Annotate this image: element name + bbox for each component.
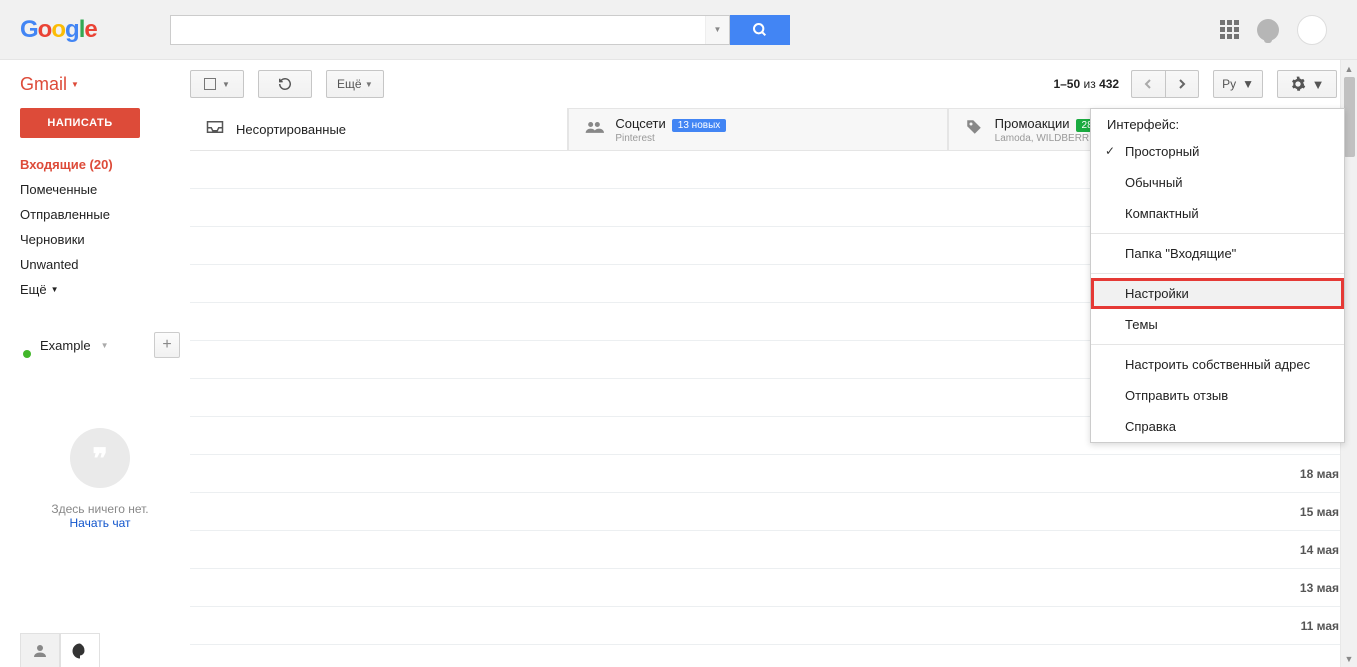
hangouts-start-chat[interactable]: Начать чат — [20, 516, 180, 530]
gear-icon — [1290, 76, 1306, 92]
input-language-button[interactable]: Ру▼ — [1213, 70, 1263, 98]
header-right — [1220, 15, 1337, 45]
more-button[interactable]: Ещё ▼ — [326, 70, 384, 98]
toolbar-right: 1–50 из 432 Ру▼ ▼ — [1053, 70, 1357, 98]
inbox-icon — [204, 120, 226, 139]
person-icon — [31, 642, 49, 660]
checkbox-icon — [204, 78, 216, 90]
nav-more[interactable]: Ещё ▼ — [20, 277, 180, 302]
hangouts-empty: ❞ Здесь ничего нет. Начать чат — [20, 428, 180, 530]
toolbar: Gmail▼ ▼ Ещё ▼ 1–50 из 432 Ру▼ ▼ — [0, 60, 1357, 108]
scroll-up-icon[interactable]: ▲ — [1341, 60, 1357, 77]
tab-social[interactable]: Соцсети13 новых Pinterest — [568, 108, 947, 150]
hangouts-header: Example ▼ + — [20, 332, 180, 358]
chevron-right-icon — [1177, 79, 1187, 89]
scroll-down-icon[interactable]: ▼ — [1341, 650, 1357, 667]
people-icon — [583, 120, 605, 139]
search-wrap: ▼ — [170, 15, 790, 45]
hangouts-user[interactable]: Example ▼ — [20, 338, 146, 353]
gmail-label[interactable]: Gmail▼ — [20, 74, 190, 95]
tab-primary[interactable]: Несортированные — [190, 108, 568, 150]
nav-sent[interactable]: Отправленные — [20, 202, 180, 227]
notifications-icon[interactable] — [1257, 19, 1279, 41]
search-icon — [752, 22, 768, 38]
configure-inbox[interactable]: Папка "Входящие" — [1091, 238, 1344, 269]
density-cozy[interactable]: Обычный — [1091, 167, 1344, 198]
apps-icon[interactable] — [1220, 20, 1239, 39]
pager-next-button[interactable] — [1165, 70, 1199, 98]
presence-dot — [23, 350, 31, 358]
email-row[interactable]: 15 мая — [190, 493, 1357, 531]
settings-dropdown: Интерфейс: Просторный Обычный Компактный… — [1090, 108, 1345, 443]
search-options-dropdown[interactable]: ▼ — [705, 16, 729, 44]
hangouts-tab[interactable] — [60, 633, 100, 667]
nav-inbox[interactable]: Входящие (20) — [20, 152, 180, 177]
select-all-button[interactable]: ▼ — [190, 70, 244, 98]
tag-icon — [963, 118, 985, 141]
search-button[interactable] — [730, 15, 790, 45]
themes-menu-item[interactable]: Темы — [1091, 309, 1344, 340]
dropdown-header: Интерфейс: — [1091, 109, 1344, 136]
settings-gear-button[interactable]: ▼ — [1277, 70, 1337, 98]
google-logo[interactable]: Google — [20, 16, 170, 44]
email-row[interactable]: 14 мая — [190, 531, 1357, 569]
chevron-left-icon — [1144, 79, 1154, 89]
send-feedback-menu-item[interactable]: Отправить отзыв — [1091, 380, 1344, 411]
density-comfortable[interactable]: Просторный — [1091, 136, 1344, 167]
custom-address-menu-item[interactable]: Настроить собственный адрес — [1091, 349, 1344, 380]
search-box: ▼ — [170, 15, 730, 45]
email-row[interactable]: 11 мая — [190, 607, 1357, 645]
hangouts-chat-icon — [71, 642, 89, 660]
nav-starred[interactable]: Помеченные — [20, 177, 180, 202]
hangouts-icon: ❞ — [70, 428, 130, 488]
pager-text: 1–50 из 432 — [1053, 77, 1119, 91]
help-menu-item[interactable]: Справка — [1091, 411, 1344, 442]
search-input[interactable] — [171, 16, 705, 44]
bottom-tabs — [20, 633, 100, 667]
pager-prev-button[interactable] — [1131, 70, 1165, 98]
refresh-icon — [278, 77, 292, 91]
nav-unwanted[interactable]: Unwanted — [20, 252, 180, 277]
content: Несортированные Соцсети13 новых Pinteres… — [190, 108, 1357, 667]
email-row[interactable]: 13 мая — [190, 569, 1357, 607]
contacts-tab[interactable] — [20, 633, 60, 667]
refresh-button[interactable] — [258, 70, 312, 98]
density-compact[interactable]: Компактный — [1091, 198, 1344, 229]
scroll-thumb[interactable] — [1344, 77, 1355, 157]
settings-menu-item[interactable]: Настройки — [1091, 278, 1344, 309]
hangouts-empty-text: Здесь ничего нет. — [20, 502, 180, 516]
email-row[interactable]: 18 мая — [190, 455, 1357, 493]
google-header: Google ▼ — [0, 0, 1357, 60]
hangouts-add-button[interactable]: + — [154, 332, 180, 358]
sidebar: НАПИСАТЬ Входящие (20) Помеченные Отправ… — [0, 108, 190, 667]
account-avatar[interactable] — [1297, 15, 1327, 45]
nav-list: Входящие (20) Помеченные Отправленные Че… — [20, 152, 180, 302]
nav-drafts[interactable]: Черновики — [20, 227, 180, 252]
compose-button[interactable]: НАПИСАТЬ — [20, 108, 140, 138]
